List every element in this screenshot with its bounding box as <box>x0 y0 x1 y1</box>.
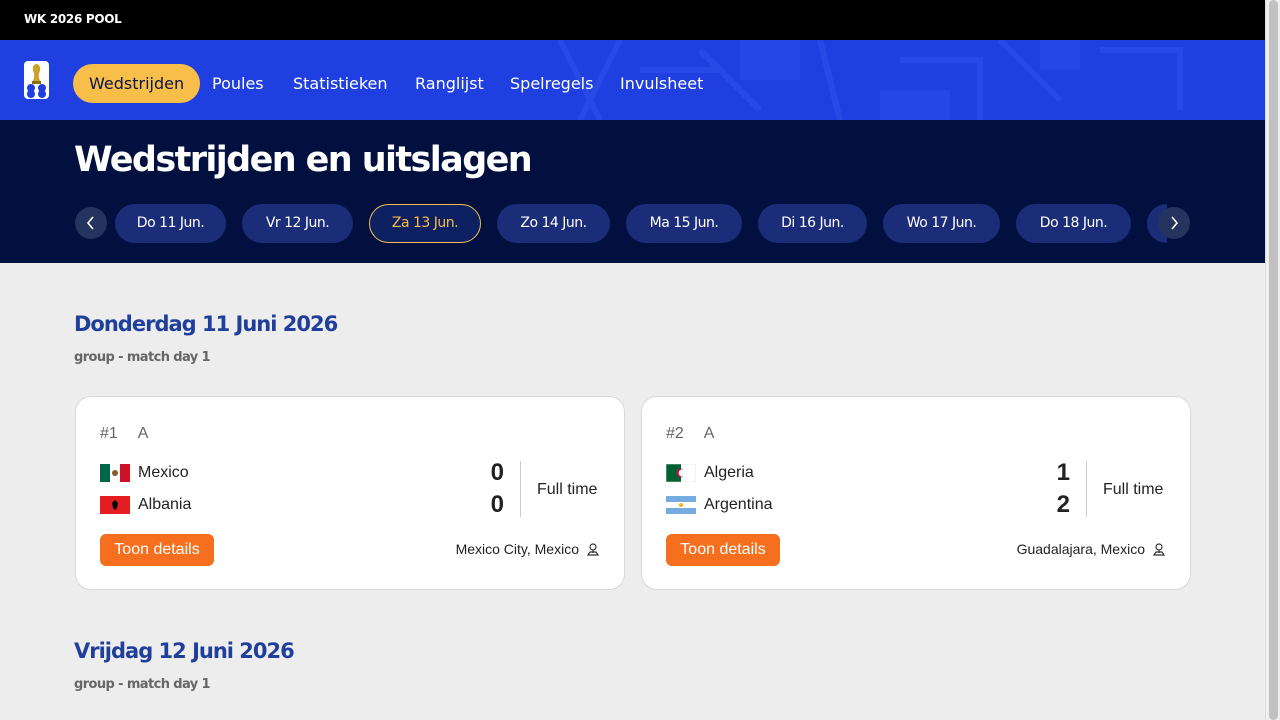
main-nav: Wedstrijden Poules Statistieken Ranglijs… <box>0 40 1265 120</box>
venue-label: Guadalajara, Mexico <box>1016 541 1145 557</box>
home-score: 0 <box>490 459 504 486</box>
nav-item-ranglijst[interactable]: Ranglijst <box>415 64 484 103</box>
chevron-left-icon <box>86 216 94 230</box>
nav-item-statistieken[interactable]: Statistieken <box>293 64 388 103</box>
date-pill[interactable]: Zo 14 Jun. <box>497 204 610 243</box>
fifa-world-cup-logo[interactable] <box>24 61 49 99</box>
day-subtitle: group - match day 1 <box>74 350 211 365</box>
albania-flag-icon <box>100 496 130 514</box>
date-pill[interactable]: Ma 15 Jun. <box>626 204 742 243</box>
show-details-button[interactable]: Toon details <box>100 534 214 566</box>
team-name: Albania <box>138 496 192 513</box>
day-title: Donderdag 11 Juni 2026 <box>74 312 338 336</box>
match-status: Full time <box>537 481 598 498</box>
match-group: A <box>137 425 149 442</box>
match-card: #2 A Algeria Argentina 1 2 Full time Toon… <box>641 396 1191 590</box>
date-pill[interactable]: Do 11 Jun. <box>115 204 226 243</box>
match-group: A <box>703 425 715 442</box>
nav-item-spelregels[interactable]: Spelregels <box>510 64 593 103</box>
mexico-flag-icon <box>100 464 130 482</box>
team-name: Argentina <box>704 496 773 513</box>
date-pill-active[interactable]: Za 13 Jun. <box>369 204 481 243</box>
date-prev-button[interactable] <box>75 207 107 239</box>
match-meta: #2 A <box>666 425 734 443</box>
chevron-right-icon <box>1171 216 1179 230</box>
nav-item-wedstrijden[interactable]: Wedstrijden <box>73 64 201 103</box>
away-score: 2 <box>1056 491 1070 518</box>
home-score: 1 <box>1056 459 1070 486</box>
location-pin-icon <box>586 543 600 556</box>
date-pill[interactable]: Do 18 Jun. <box>1016 204 1131 243</box>
page-scrollbar[interactable] <box>1265 0 1280 720</box>
date-next-button[interactable] <box>1158 207 1190 239</box>
show-details-button[interactable]: Toon details <box>666 534 780 566</box>
venue-label: Mexico City, Mexico <box>455 541 579 557</box>
brand-title[interactable]: WK 2026 POOL <box>24 12 122 26</box>
team-name: Mexico <box>138 464 189 481</box>
page-header: Wedstrijden en uitslagen Do 11 Jun. Vr 1… <box>0 120 1265 263</box>
score-divider <box>520 461 521 517</box>
date-pill[interactable]: Vr 12 Jun. <box>242 204 353 243</box>
nav-item-poules[interactable]: Poules <box>212 64 264 103</box>
argentina-flag-icon <box>666 496 696 514</box>
match-number: #2 <box>666 425 684 442</box>
match-number: #1 <box>100 425 118 442</box>
date-pill[interactable]: Wo 17 Jun. <box>883 204 1000 243</box>
date-pill[interactable]: Di 16 Jun. <box>758 204 867 243</box>
team-name: Algeria <box>704 464 754 481</box>
day-subtitle: group - match day 1 <box>74 677 211 692</box>
match-status: Full time <box>1103 481 1164 498</box>
nav-item-invulsheet[interactable]: Invulsheet <box>620 64 703 103</box>
away-score: 0 <box>490 491 504 518</box>
page: WK 2026 POOL Wedstrijden Poules Statisti… <box>0 0 1280 720</box>
score-divider <box>1086 461 1087 517</box>
match-card: #1 A Mexico Albania 0 0 Full time Toon de… <box>75 396 625 590</box>
match-meta: #1 A <box>100 425 168 443</box>
page-title: Wedstrijden en uitslagen <box>74 140 533 180</box>
scrollbar-thumb[interactable] <box>1269 0 1278 720</box>
location-pin-icon <box>1152 543 1166 556</box>
day-title: Vrijdag 12 Juni 2026 <box>74 639 295 663</box>
top-bar: WK 2026 POOL <box>0 0 1265 40</box>
algeria-flag-icon <box>666 464 696 482</box>
